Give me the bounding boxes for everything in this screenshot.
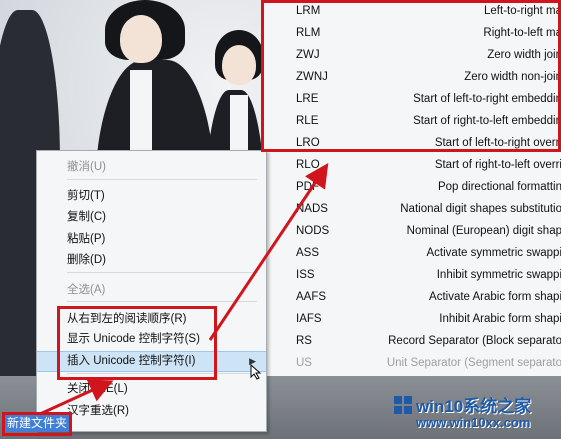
windows-logo-icon xyxy=(394,396,412,414)
watermark-title: win10系统之家 xyxy=(416,397,532,416)
mouse-cursor-icon xyxy=(250,364,262,380)
annotation-arrows xyxy=(39,163,329,416)
annotation-arrow-to-submenu xyxy=(208,163,329,341)
annotation-arrow-to-menu xyxy=(39,379,114,416)
watermark: win10系统之家 www.win10xx.com xyxy=(394,392,561,436)
watermark-url: www.win10xx.com xyxy=(416,415,531,430)
